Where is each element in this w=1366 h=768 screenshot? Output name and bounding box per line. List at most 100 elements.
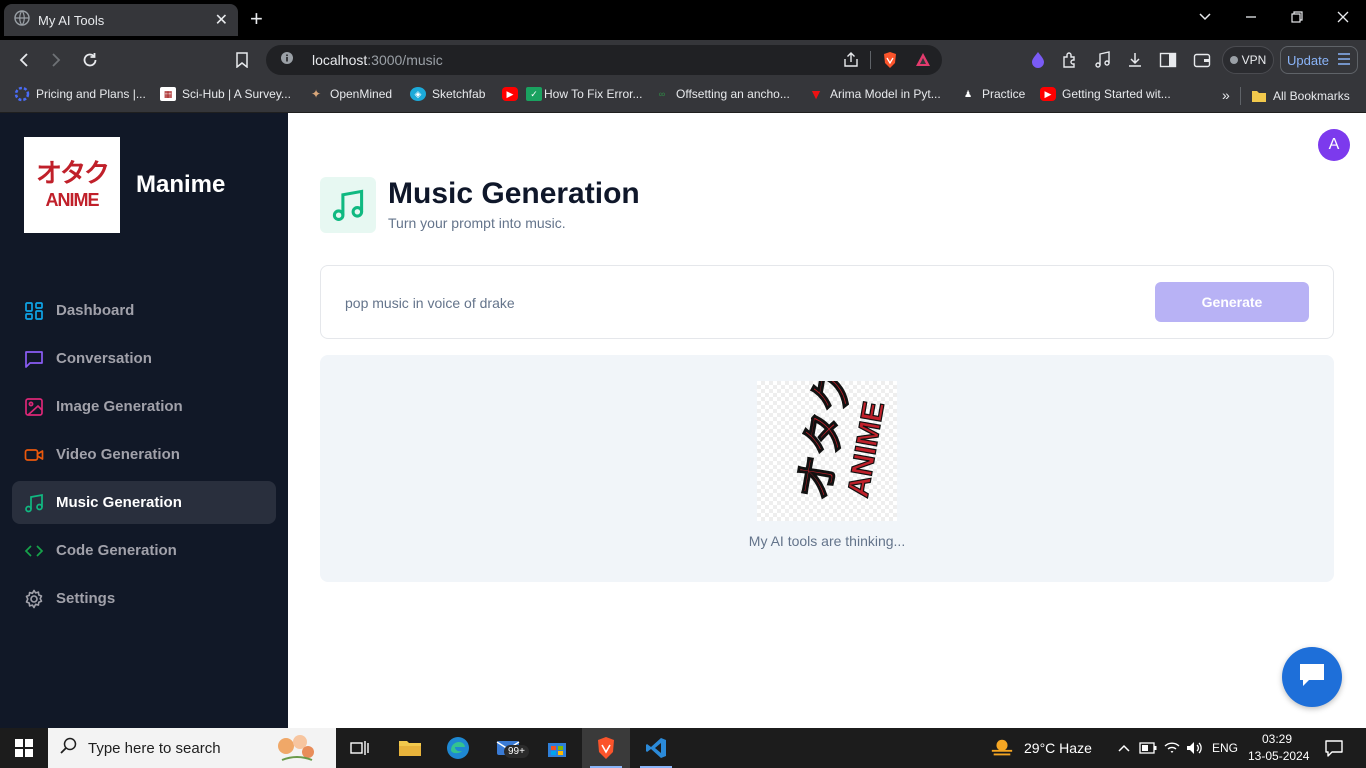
- brave-rewards-icon[interactable]: [914, 51, 932, 74]
- microsoft-store-icon[interactable]: [545, 736, 569, 760]
- share-icon[interactable]: [842, 51, 860, 74]
- bookmark-item[interactable]: ♟ Practice: [960, 87, 1025, 101]
- file-explorer-icon[interactable]: [398, 736, 422, 760]
- language-indicator[interactable]: ENG: [1212, 741, 1238, 755]
- bookmark-favicon-icon: ▦: [160, 87, 176, 101]
- bookmark-label: Practice: [982, 87, 1026, 101]
- menu-icon: [1337, 52, 1351, 68]
- generate-button[interactable]: Generate: [1155, 282, 1309, 322]
- weather-text[interactable]: 29°C Haze: [1024, 740, 1092, 756]
- minimize-icon[interactable]: [1244, 10, 1258, 28]
- search-icon: [60, 737, 78, 760]
- bookmark-favicon-icon: [14, 86, 30, 102]
- prompt-input[interactable]: [345, 290, 1125, 316]
- site-info-icon[interactable]: [280, 51, 294, 70]
- bookmark-item[interactable]: ✦ OpenMined: [308, 87, 392, 101]
- sidebar-item-conversation[interactable]: Conversation: [12, 337, 276, 380]
- all-bookmarks-item[interactable]: All Bookmarks: [1240, 87, 1350, 105]
- bookmark-icon[interactable]: [232, 50, 252, 70]
- tab-search-chevron-icon[interactable]: [1198, 10, 1212, 28]
- media-music-icon[interactable]: [1093, 50, 1113, 70]
- avatar[interactable]: A: [1318, 129, 1350, 161]
- loading-panel: オタク ANIME My AI tools are thinking...: [320, 355, 1334, 582]
- sidebar-item-image-generation[interactable]: Image Generation: [12, 385, 276, 428]
- battery-icon[interactable]: [1136, 736, 1160, 760]
- loading-logo: オタク ANIME: [757, 364, 897, 521]
- download-icon[interactable]: [1125, 50, 1145, 70]
- brand-name: Manime: [136, 171, 226, 198]
- bookmark-favicon-icon: ◈: [410, 87, 426, 101]
- taskbar-search[interactable]: Type here to search: [48, 728, 336, 768]
- new-tab-icon[interactable]: +: [250, 8, 263, 30]
- address-bar[interactable]: localhost:3000/music: [266, 45, 942, 75]
- sidebar-toggle-icon[interactable]: [1158, 50, 1178, 70]
- bookmark-item[interactable]: ◈ Sketchfab: [410, 87, 485, 101]
- bookmark-favicon-icon: ✦: [310, 87, 322, 101]
- sidebar-item-video-generation[interactable]: Video Generation: [12, 433, 276, 476]
- chat-bubble-icon: [1297, 661, 1327, 694]
- checkmark-icon: ✓: [526, 87, 542, 101]
- chevron-up-icon[interactable]: [1112, 736, 1136, 760]
- sidebar-item-settings[interactable]: Settings: [12, 577, 276, 620]
- close-tab-icon[interactable]: ✕: [215, 10, 228, 30]
- brave-browser-icon[interactable]: [594, 736, 618, 760]
- bookmark-item[interactable]: Pricing and Plans |...: [14, 86, 146, 102]
- sidebar-item-label: Image Generation: [56, 398, 183, 415]
- sidebar-item-label: Code Generation: [56, 542, 177, 559]
- sidebar-item-music-generation[interactable]: Music Generation: [12, 481, 276, 524]
- bookmark-item[interactable]: ▦ Sci-Hub | A Survey...: [160, 87, 291, 101]
- browser-toolbar: localhost:3000/music VPN Update: [0, 40, 1366, 80]
- app-logo[interactable]: オタク ANIME: [24, 137, 120, 233]
- browser-tab-bar: My AI Tools ✕ +: [0, 0, 1366, 40]
- bookmark-label: Sketchfab: [432, 87, 486, 101]
- message-square-icon: [24, 349, 44, 369]
- leo-ai-icon[interactable]: [1028, 50, 1048, 70]
- layout-dashboard-icon: [24, 301, 44, 321]
- wifi-icon[interactable]: [1160, 736, 1184, 760]
- forward-icon[interactable]: [46, 50, 66, 70]
- clock-time[interactable]: 03:29: [1262, 732, 1292, 746]
- bookmark-item[interactable]: ▼ Arima Model in Pyt...: [808, 86, 941, 102]
- code-icon: [24, 541, 44, 561]
- bookmark-item[interactable]: ∞ Offsetting an ancho...: [654, 87, 790, 101]
- reload-icon[interactable]: [80, 50, 100, 70]
- close-window-icon[interactable]: [1336, 10, 1350, 28]
- windows-start-icon[interactable]: [12, 736, 36, 760]
- back-icon[interactable]: [14, 50, 34, 70]
- vscode-icon[interactable]: [644, 736, 668, 760]
- chat-support-button[interactable]: [1282, 647, 1342, 707]
- bookmark-label: Pricing and Plans |...: [36, 87, 146, 101]
- vpn-button[interactable]: VPN: [1222, 46, 1274, 74]
- wallet-icon[interactable]: [1192, 50, 1212, 70]
- bookmark-label: OpenMined: [330, 87, 393, 101]
- weather-haze-icon[interactable]: [990, 736, 1014, 760]
- app-sidebar: オタク ANIME Manime Dashboard Conversation …: [0, 113, 288, 728]
- restore-icon[interactable]: [1290, 10, 1304, 28]
- loading-text: My AI tools are thinking...: [748, 533, 906, 549]
- volume-icon[interactable]: [1182, 736, 1206, 760]
- notifications-icon[interactable]: [1322, 736, 1346, 760]
- sidebar-item-label: Settings: [56, 590, 116, 607]
- bookmarks-overflow-label: »: [1222, 87, 1230, 103]
- brave-shields-icon[interactable]: [882, 51, 898, 74]
- windows-taskbar: Type here to search 99+ 29°C Haze ENG 03…: [0, 728, 1366, 768]
- bookmark-item[interactable]: ▶ ✓ How To Fix Error...: [502, 87, 642, 101]
- bookmarks-overflow-button[interactable]: »: [1222, 87, 1230, 103]
- edge-icon[interactable]: [446, 736, 470, 760]
- task-view-icon[interactable]: [348, 736, 372, 760]
- browser-tab[interactable]: My AI Tools ✕: [4, 4, 238, 36]
- bookmark-label: How To Fix Error...: [544, 87, 643, 101]
- vpn-status-icon: [1229, 56, 1238, 64]
- bookmark-item[interactable]: ▶ Getting Started wit...: [1040, 87, 1171, 101]
- update-button[interactable]: Update: [1280, 46, 1358, 74]
- extensions-icon[interactable]: [1060, 50, 1080, 70]
- geeksforgeeks-icon: ∞: [658, 89, 666, 99]
- clock-date[interactable]: 13-05-2024: [1248, 749, 1309, 763]
- url-path: :3000/music: [367, 52, 443, 68]
- bookmarks-bar: Pricing and Plans |... ▦ Sci-Hub | A Sur…: [0, 80, 1366, 113]
- sidebar-item-code-generation[interactable]: Code Generation: [12, 529, 276, 572]
- bookmark-favicon-icon: ♟: [963, 88, 973, 99]
- sidebar-item-dashboard[interactable]: Dashboard: [12, 289, 276, 332]
- image-icon: [24, 397, 44, 417]
- bookmark-label: Getting Started wit...: [1062, 87, 1171, 101]
